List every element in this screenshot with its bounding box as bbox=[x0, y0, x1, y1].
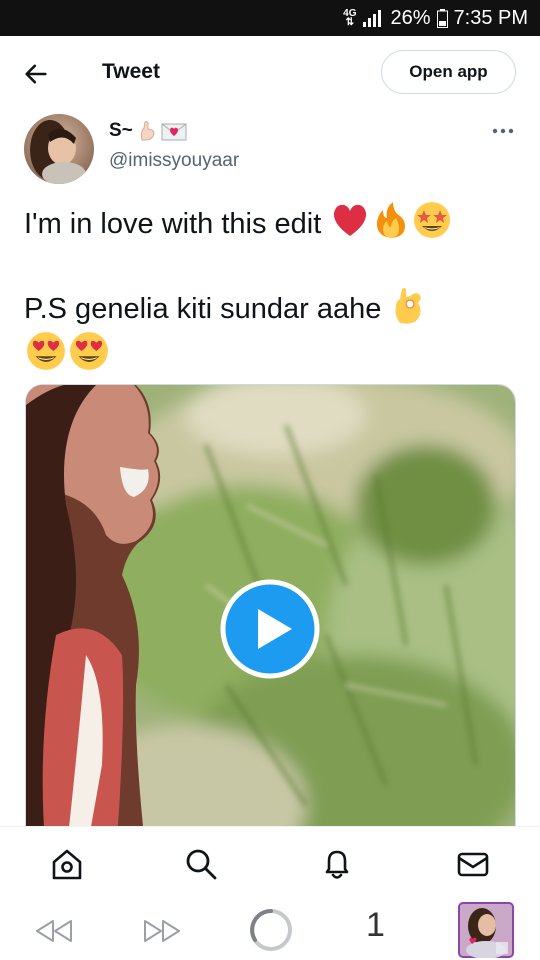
avatar[interactable] bbox=[24, 114, 94, 184]
heart-eyes-emoji-icon bbox=[27, 332, 65, 370]
browser-toolbar bbox=[0, 898, 540, 960]
play-button-icon[interactable] bbox=[220, 579, 320, 679]
display-name[interactable]: S~ bbox=[109, 120, 187, 142]
red-heart-emoji-icon bbox=[334, 204, 367, 236]
browser-back-icon[interactable] bbox=[34, 918, 74, 944]
notifications-icon[interactable] bbox=[320, 847, 354, 881]
browser-forward-icon[interactable] bbox=[142, 918, 182, 944]
status-bar: 4G ⇅ 26% 7:35 PM bbox=[0, 0, 540, 36]
tweet-text: I'm in love with this edit P.S genelia k… bbox=[24, 200, 520, 377]
back-arrow-icon[interactable] bbox=[22, 60, 50, 88]
heart-eyes-emoji-icon bbox=[70, 332, 108, 370]
tab-thumbnail-icon[interactable] bbox=[458, 902, 514, 958]
ok-hand-emoji-icon bbox=[395, 288, 422, 324]
home-icon[interactable] bbox=[50, 847, 84, 881]
bottom-nav bbox=[0, 826, 540, 899]
battery-icon bbox=[436, 8, 448, 28]
signal-icon bbox=[363, 10, 382, 27]
user-handle[interactable]: @imissyouyaar bbox=[109, 150, 239, 172]
star-struck-emoji-icon bbox=[414, 202, 451, 238]
reload-icon[interactable] bbox=[248, 907, 294, 953]
network-type: 4G ⇅ bbox=[343, 8, 357, 28]
search-icon[interactable] bbox=[184, 847, 218, 881]
tab-count[interactable]: 1 bbox=[366, 906, 385, 945]
love-letter-emoji-icon bbox=[161, 123, 187, 141]
more-options-icon[interactable] bbox=[490, 122, 516, 140]
clock: 7:35 PM bbox=[453, 6, 528, 29]
pinched-finger-emoji-icon bbox=[140, 121, 155, 141]
battery-percent: 26% bbox=[390, 6, 431, 29]
top-bar: Tweet Open app bbox=[0, 36, 540, 110]
fire-emoji-icon bbox=[377, 202, 406, 238]
open-app-button[interactable]: Open app bbox=[381, 50, 516, 94]
page-title: Tweet bbox=[102, 60, 160, 83]
messages-icon[interactable] bbox=[456, 847, 490, 881]
tweet-line-1: I'm in love with this edit bbox=[24, 200, 520, 245]
tweet-line-2: P.S genelia kiti sundar aahe bbox=[24, 285, 520, 377]
